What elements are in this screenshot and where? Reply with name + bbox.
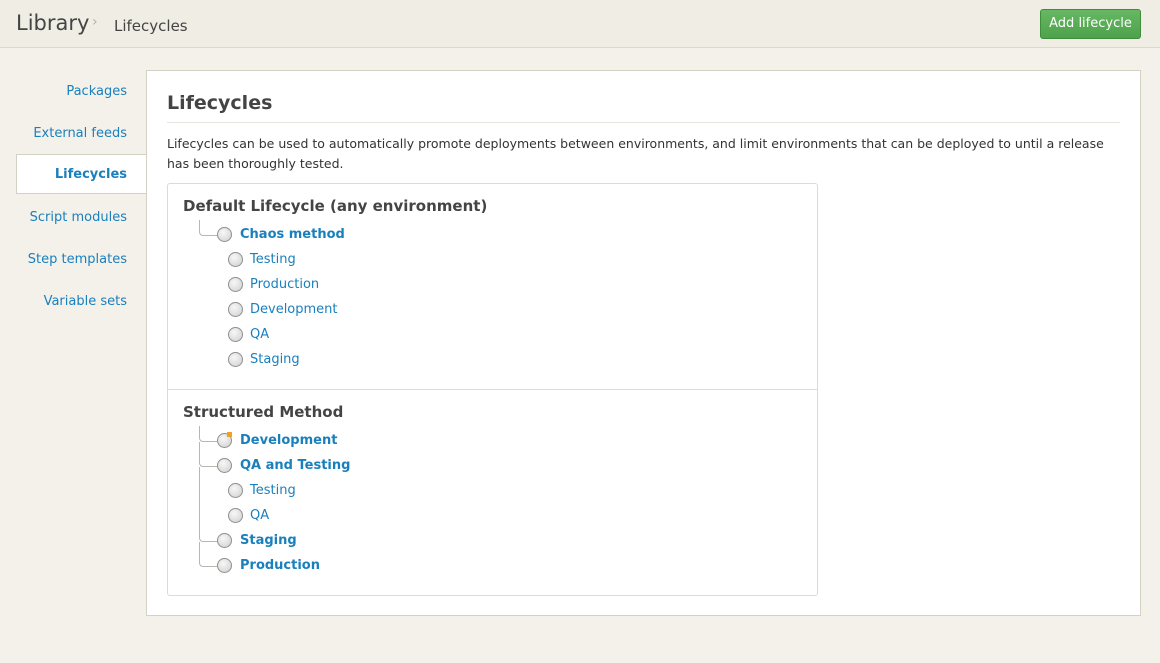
top-bar: Library › Lifecycles Add lifecycle (0, 0, 1160, 48)
phase-node-icon (217, 458, 232, 473)
breadcrumb-current: Lifecycles (114, 17, 188, 35)
environment-qa[interactable]: QA (250, 327, 269, 342)
sidebar-item-step-templates[interactable]: Step templates (28, 252, 127, 267)
environment-node-icon (228, 483, 243, 498)
main-panel: Lifecycles Lifecycles can be used to aut… (146, 70, 1141, 616)
environment-node-icon (228, 327, 243, 342)
phase-start-node-icon (217, 433, 232, 448)
page-title: Lifecycles (167, 92, 273, 114)
sidebar-item-external-feeds[interactable]: External feeds (33, 126, 127, 141)
tree-connector (199, 542, 217, 567)
environment-production[interactable]: Production (250, 277, 319, 292)
lifecycle-divider (168, 389, 817, 390)
sidebar-item-label: Lifecycles (54, 167, 127, 182)
phase-chaos-method[interactable]: Chaos method (240, 227, 345, 242)
environment-staging[interactable]: Staging (250, 352, 300, 367)
sidebar-item-variable-sets[interactable]: Variable sets (44, 294, 127, 309)
phase-node-icon (217, 533, 232, 548)
phase-node-icon (217, 558, 232, 573)
add-lifecycle-button[interactable]: Add lifecycle (1040, 9, 1141, 39)
environment-node-icon (228, 508, 243, 523)
breadcrumb-library[interactable]: Library (16, 11, 89, 35)
phase-staging[interactable]: Staging (240, 533, 297, 548)
environment-development[interactable]: Development (250, 302, 338, 317)
sidebar-item-lifecycles[interactable]: Lifecycles (16, 154, 148, 194)
sidebar-item-script-modules[interactable]: Script modules (30, 210, 127, 225)
phase-node-icon (217, 227, 232, 242)
page-description: Lifecycles can be used to automatically … (167, 136, 1104, 171)
tree-connector (199, 426, 217, 442)
tree-connector (199, 220, 217, 236)
tree-connector (199, 467, 217, 542)
tree-connector (199, 442, 217, 467)
environment-node-icon (228, 352, 243, 367)
phase-production[interactable]: Production (240, 558, 320, 573)
phase-qa-and-testing[interactable]: QA and Testing (240, 458, 350, 473)
lifecycle-name[interactable]: Structured Method (183, 403, 343, 421)
environment-node-icon (228, 302, 243, 317)
environment-node-icon (228, 252, 243, 267)
title-divider (167, 122, 1120, 123)
environment-testing[interactable]: Testing (250, 483, 296, 498)
phase-development[interactable]: Development (240, 433, 337, 448)
environment-node-icon (228, 277, 243, 292)
lifecycle-list: Default Lifecycle (any environment) Chao… (167, 183, 818, 596)
breadcrumb-chevron-icon: › (92, 14, 98, 30)
environment-testing[interactable]: Testing (250, 252, 296, 267)
environment-qa[interactable]: QA (250, 508, 269, 523)
sidebar-item-packages[interactable]: Packages (66, 84, 127, 99)
lifecycle-name[interactable]: Default Lifecycle (any environment) (183, 197, 487, 215)
